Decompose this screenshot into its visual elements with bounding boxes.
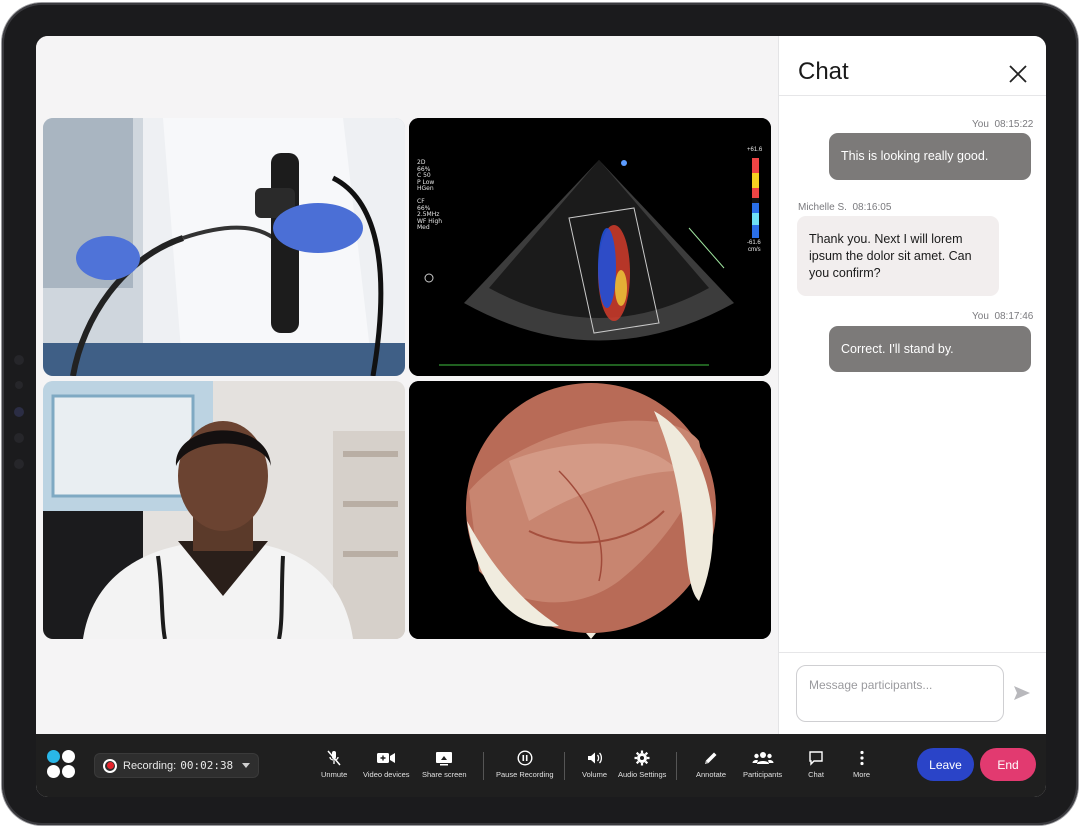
video-tile-doctor[interactable] — [43, 381, 405, 639]
unmute-label: Unmute — [321, 770, 348, 779]
recording-label: Recording: — [123, 759, 177, 772]
video-tile-endoscope-operator[interactable] — [43, 118, 405, 376]
chat-panel: Chat You 08:15:22 This is looking really… — [778, 36, 1046, 734]
video-camera-icon — [377, 753, 396, 763]
message-text: This is looking really good. — [841, 149, 989, 163]
send-icon[interactable] — [1013, 685, 1031, 701]
audio-settings-button[interactable]: Audio Settings — [618, 750, 666, 779]
video-devices-button[interactable]: Video devices — [363, 750, 410, 779]
audio-settings-label: Audio Settings — [618, 770, 667, 779]
chat-composer — [779, 652, 1046, 734]
message-time: 08:16:05 — [852, 202, 892, 213]
annotate-button[interactable]: Annotate — [696, 750, 726, 779]
pause-recording-label: Pause Recording — [496, 770, 554, 779]
participants-icon — [752, 752, 774, 764]
more-label: More — [853, 770, 871, 779]
message-time: 08:17:46 — [994, 311, 1034, 322]
annotate-label: Annotate — [696, 770, 727, 779]
recording-dropdown[interactable]: Recording: 00:02:38 — [94, 753, 259, 778]
share-screen-icon — [436, 752, 453, 766]
video-grid: 2D 66% C 50 P Low HGen CF 66% 2.5MHz WF … — [36, 36, 778, 734]
message-meta: Michelle S. 08:16:05 — [798, 202, 891, 213]
participants-label: Participants — [743, 770, 783, 779]
close-chat-icon[interactable] — [1008, 64, 1028, 84]
leave-button[interactable]: Leave — [917, 748, 974, 781]
camera-lens-icon — [14, 407, 24, 417]
toolbar-divider — [676, 752, 677, 780]
ultrasound-image — [409, 118, 771, 376]
more-vertical-icon — [859, 750, 864, 766]
pause-recording-button[interactable]: Pause Recording — [496, 750, 554, 779]
end-call-button[interactable]: End — [980, 748, 1036, 781]
chat-header: Chat — [779, 36, 1046, 96]
doppler-scale-max: +61.6 — [747, 147, 763, 153]
video-tile-ultrasound[interactable]: 2D 66% C 50 P Low HGen CF 66% 2.5MHz WF … — [409, 118, 771, 376]
video-tile-arthroscopy[interactable] — [409, 381, 771, 639]
unmute-button[interactable]: Unmute — [321, 750, 347, 779]
message-input[interactable] — [796, 665, 1004, 722]
volume-button[interactable]: Volume — [582, 750, 607, 779]
doppler-scale-unit: cm/s — [748, 247, 761, 253]
volume-icon — [587, 752, 602, 764]
doctor-participant-image — [43, 381, 405, 639]
participants-button[interactable]: Participants — [743, 750, 782, 779]
device-sensor-icon — [14, 433, 24, 443]
app-logo — [47, 750, 75, 778]
ultrasound-params: 2D 66% C 50 P Low HGen CF 66% 2.5MHz WF … — [417, 159, 443, 232]
message-sender: You — [972, 311, 989, 322]
chevron-down-icon — [242, 763, 251, 768]
app-screen: 2D 66% C 50 P Low HGen CF 66% 2.5MHz WF … — [36, 36, 1046, 797]
doppler-scale-min: -61.6 — [747, 240, 761, 246]
share-screen-label: Share screen — [422, 770, 467, 779]
message-meta: You 08:17:46 — [972, 311, 1033, 322]
device-sensor-icon — [14, 459, 24, 469]
message-text: Thank you. Next I will lorem ipsum the d… — [809, 231, 972, 280]
share-screen-button[interactable]: Share screen — [422, 750, 467, 779]
chat-label: Chat — [808, 770, 824, 779]
pencil-icon — [705, 752, 717, 764]
chat-bubble-icon — [809, 751, 823, 766]
more-button[interactable]: More — [853, 750, 870, 779]
arthroscopy-image — [409, 381, 771, 639]
recording-timer: 00:02:38 — [180, 759, 234, 772]
gear-icon — [634, 750, 650, 766]
chat-message-own: Correct. I'll stand by. — [829, 326, 1031, 372]
volume-label: Volume — [582, 770, 608, 779]
toolbar-divider — [564, 752, 565, 780]
chat-title: Chat — [798, 58, 849, 85]
chat-message-other: Thank you. Next I will lorem ipsum the d… — [797, 216, 999, 296]
call-toolbar: Recording: 00:02:38 Unmute Video devices — [36, 734, 1046, 797]
toolbar-divider — [483, 752, 484, 780]
pause-icon — [517, 750, 533, 766]
message-sender: Michelle S. — [798, 202, 847, 213]
message-time: 08:15:22 — [994, 119, 1034, 130]
record-icon — [103, 758, 117, 773]
message-meta: You 08:15:22 — [972, 119, 1033, 130]
message-sender: You — [972, 119, 989, 130]
video-devices-label: Video devices — [363, 770, 410, 779]
mic-off-icon — [327, 750, 341, 766]
message-text: Correct. I'll stand by. — [841, 341, 954, 356]
chat-button[interactable]: Chat — [808, 750, 824, 779]
chat-message-own: This is looking really good. — [829, 133, 1031, 180]
endoscope-operator-image — [43, 118, 405, 376]
device-sensor-icon — [14, 355, 24, 365]
device-sensor-icon — [15, 381, 23, 389]
